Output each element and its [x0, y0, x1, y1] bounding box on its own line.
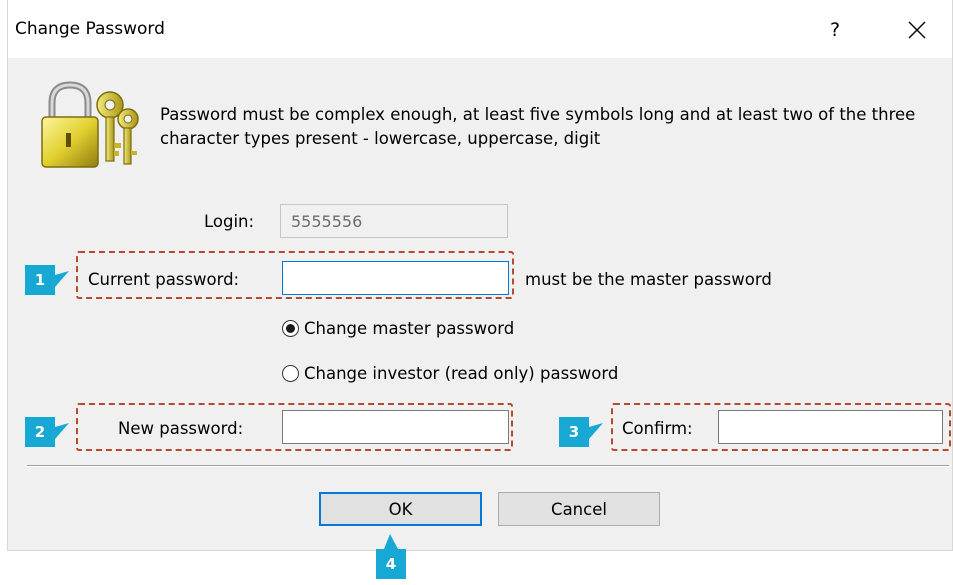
highlight-new-password — [76, 403, 513, 451]
annotation-marker-1: 1 — [25, 265, 55, 295]
annotation-marker-4: 4 — [376, 549, 406, 579]
dialog-title: Change Password — [15, 19, 165, 39]
close-icon — [908, 21, 926, 39]
radio-button-unselected[interactable] — [282, 365, 299, 382]
radio-change-master[interactable]: Change master password — [282, 319, 514, 338]
lock-keys-icon — [41, 81, 139, 168]
cancel-button[interactable]: Cancel — [498, 492, 660, 526]
help-icon: ? — [829, 19, 841, 41]
password-requirements-text: Password must be complex enough, at leas… — [160, 105, 916, 148]
login-input — [281, 205, 507, 237]
ok-button[interactable]: OK — [319, 492, 482, 526]
marker-1-arrow — [55, 271, 69, 287]
login-label: Login: — [204, 212, 255, 231]
radio-change-master-label: Change master password — [304, 319, 515, 338]
marker-4-arrow — [384, 534, 398, 549]
radio-button-selected[interactable] — [282, 320, 299, 337]
marker-2-arrow — [55, 423, 69, 439]
current-password-hint: must be the master password — [525, 270, 772, 289]
close-button[interactable] — [887, 8, 947, 52]
annotation-marker-2: 2 — [25, 417, 55, 447]
radio-change-investor[interactable]: Change investor (read only) password — [282, 364, 618, 383]
radio-change-investor-label: Change investor (read only) password — [304, 364, 619, 383]
annotation-marker-3: 3 — [559, 417, 589, 447]
highlight-current-password — [76, 251, 514, 299]
ok-button-label: OK — [388, 499, 413, 519]
marker-3-arrow — [589, 423, 603, 439]
help-button[interactable]: ? — [813, 8, 857, 52]
login-field — [280, 204, 508, 238]
separator — [27, 465, 949, 467]
highlight-confirm — [611, 403, 951, 451]
title-bar: Change Password ? — [8, 0, 952, 58]
cancel-button-label: Cancel — [551, 499, 607, 519]
